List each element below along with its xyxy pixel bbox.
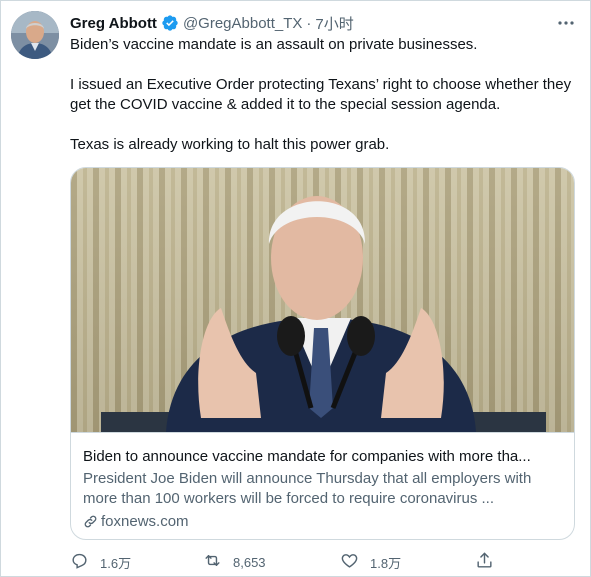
author-handle[interactable]: @GregAbbott_TX — [183, 15, 302, 32]
tweet-text: Biden’s vaccine mandate is an assault on… — [70, 35, 580, 155]
reply-button[interactable]: 1.6万 — [70, 551, 131, 573]
heart-icon — [340, 551, 359, 573]
link-preview-description: President Joe Biden will announce Thursd… — [83, 470, 532, 507]
tweet-text-line: Texas is already working to halt this po… — [70, 136, 390, 153]
link-preview-domain[interactable]: foxnews.com — [83, 513, 564, 530]
tweet-header: Greg Abbott @GregAbbott_TX · 7小时 — [70, 12, 550, 34]
tweet[interactable]: Greg Abbott @GregAbbott_TX · 7小时 Biden’s… — [0, 0, 591, 577]
link-preview-title[interactable]: Biden to announce vaccine mandate for co… — [83, 447, 564, 467]
link-domain-text[interactable]: foxnews.com — [101, 513, 189, 530]
retweet-icon — [203, 551, 222, 573]
share-icon — [475, 551, 494, 573]
retweet-count: 8,653 — [233, 554, 266, 570]
separator-dot: · — [306, 14, 312, 32]
tweet-text-line: Biden’s vaccine mandate is an assault on… — [70, 36, 478, 53]
reply-count: 1.6万 — [100, 555, 132, 571]
like-count: 1.8万 — [370, 555, 402, 571]
share-button[interactable] — [475, 551, 494, 573]
more-options-icon[interactable] — [556, 13, 576, 33]
reply-icon — [70, 551, 89, 573]
avatar[interactable] — [11, 11, 59, 59]
link-preview-image[interactable] — [71, 168, 574, 432]
like-button[interactable]: 1.8万 — [340, 551, 401, 573]
tweet-timestamp[interactable]: 7小时 — [315, 13, 353, 34]
retweet-button[interactable]: 8,653 — [203, 551, 266, 573]
tweet-text-line: I issued an Executive Order protecting T… — [70, 76, 572, 113]
tweet-action-bar: 1.6万 8,653 1.8万 — [70, 551, 510, 577]
link-preview-meta[interactable]: Biden to announce vaccine mandate for co… — [71, 432, 574, 539]
verified-badge-icon — [161, 14, 179, 32]
author-name[interactable]: Greg Abbott — [70, 15, 157, 32]
link-preview-card[interactable]: Biden to announce vaccine mandate for co… — [70, 167, 575, 540]
link-icon — [83, 514, 98, 529]
